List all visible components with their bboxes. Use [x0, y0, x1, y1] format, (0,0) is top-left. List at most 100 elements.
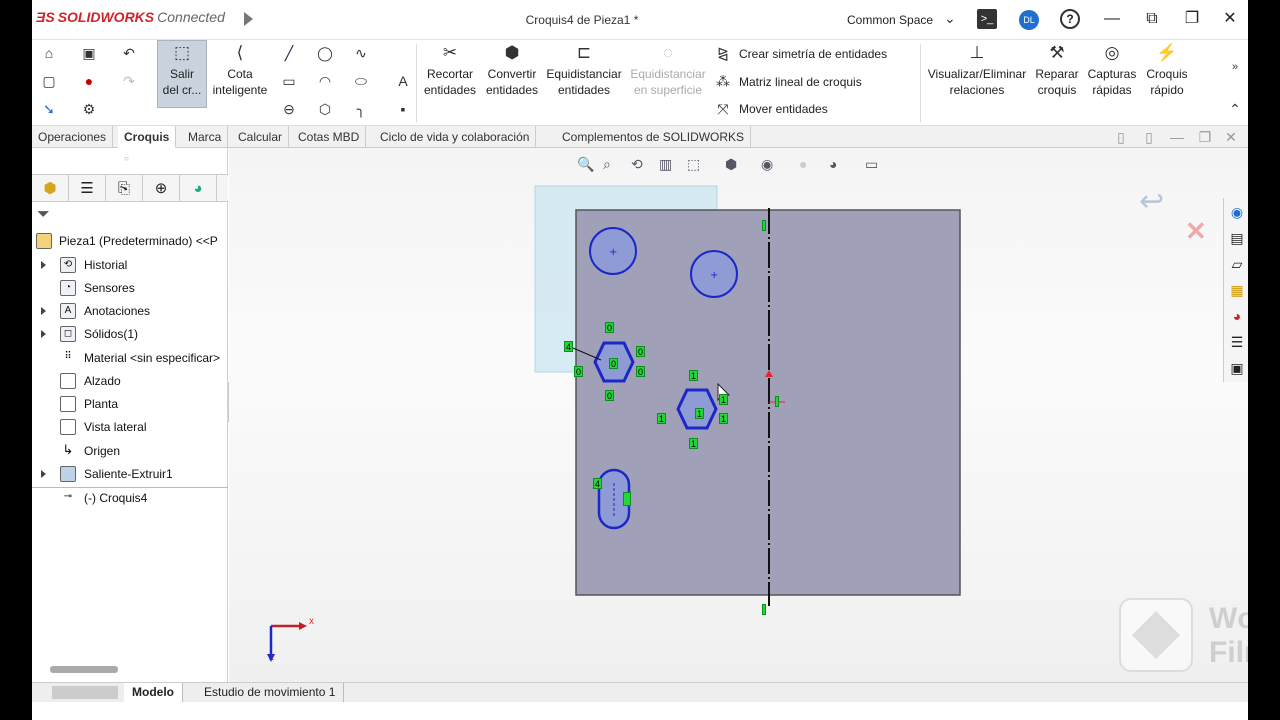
- mirror-icon[interactable]: ⧎: [714, 44, 732, 62]
- exit-sketch-label[interactable]: ⬚ Salir del cr...: [158, 42, 206, 98]
- tab-ciclo-de-vida[interactable]: Ciclo de vida y colaboración: [374, 126, 537, 148]
- relation-tag[interactable]: [762, 604, 766, 615]
- forum-icon[interactable]: ▣: [1227, 358, 1247, 378]
- spline-tool-icon[interactable]: ∿: [352, 44, 370, 62]
- tab-scroll-arrows[interactable]: [52, 686, 118, 699]
- appearances-icon[interactable]: ◕: [1227, 306, 1247, 326]
- point-tool-icon[interactable]: ▪: [394, 100, 412, 118]
- repair-sketch-button[interactable]: ⚒ Reparar croquis: [1030, 42, 1084, 98]
- tab-estudio-movimiento[interactable]: Estudio de movimiento 1: [196, 683, 345, 702]
- smart-dimension-button[interactable]: ⟨ Cota inteligente: [210, 42, 270, 98]
- solidworks-resources-icon[interactable]: ◉: [1227, 202, 1247, 222]
- relation-tag[interactable]: 1: [719, 413, 729, 424]
- tree-item-saliente-extruir1[interactable]: Saliente-Extruir1: [32, 463, 228, 485]
- graphics-area[interactable]: 🔍 ⌕ ⟲ ▥ ⬚ ⬢ ◉ ● ◕ ▭ ↩ ✕ + + 0 0 0 0 0 0 …: [229, 148, 1248, 682]
- configurationmanager-tab-icon[interactable]: ⎘: [106, 175, 143, 202]
- help-icon[interactable]: ?: [1060, 9, 1080, 29]
- relation-tag[interactable]: 0: [609, 358, 619, 369]
- filter-icon[interactable]: ⏷: [37, 206, 50, 224]
- rapid-sketch-button[interactable]: ⚡ Croquis rápido: [1140, 42, 1194, 98]
- offset-entities-button[interactable]: ⊏ Equidistanciar entidades: [544, 42, 624, 98]
- rebuild-icon[interactable]: ●: [80, 72, 98, 90]
- view-palette-icon[interactable]: ▦: [1227, 280, 1247, 300]
- relation-tag[interactable]: [623, 492, 631, 506]
- ellipse-tool-icon[interactable]: ⬭: [352, 72, 370, 90]
- sketch-canvas[interactable]: + +: [229, 148, 1248, 682]
- relation-tag[interactable]: 0: [636, 346, 646, 357]
- tree-item-croquis4[interactable]: ⊸ (-) Croquis4: [32, 487, 228, 509]
- relation-tag[interactable]: 1: [689, 438, 699, 449]
- doc-close-icon[interactable]: ✕: [1222, 128, 1240, 146]
- line-tool-icon[interactable]: ╱: [280, 44, 298, 62]
- minimize-button[interactable]: —: [1100, 8, 1124, 30]
- relation-tag[interactable]: [775, 396, 779, 407]
- redo-icon[interactable]: ↷: [120, 72, 138, 90]
- relation-tag[interactable]: 0: [605, 390, 615, 401]
- tree-item-origen[interactable]: ↳ Origen: [32, 440, 228, 462]
- custom-properties-icon[interactable]: ☰: [1227, 332, 1247, 352]
- panel-right-icon[interactable]: ▯: [1140, 128, 1158, 146]
- menu-expand-icon[interactable]: [244, 12, 253, 26]
- terminal-icon[interactable]: >_: [977, 9, 997, 29]
- doc-minimize-icon[interactable]: —: [1168, 128, 1186, 146]
- arc-tool-icon[interactable]: ◠: [316, 72, 334, 90]
- relation-tag[interactable]: 1: [695, 408, 705, 419]
- relation-tag[interactable]: 0: [574, 366, 584, 377]
- select-icon[interactable]: ➘: [40, 100, 58, 118]
- space-selector[interactable]: Common Space: [847, 13, 933, 27]
- display-manager-tab-icon[interactable]: ◕: [180, 175, 217, 202]
- tree-item-alzado[interactable]: Alzado: [32, 370, 228, 392]
- tab-complementos[interactable]: Complementos de SOLIDWORKS: [556, 126, 752, 148]
- rectangle-tool-icon[interactable]: ▭: [280, 72, 298, 90]
- trim-entities-button[interactable]: ✂ Recortar entidades: [420, 42, 480, 98]
- slot-tool-icon[interactable]: ⊖: [280, 100, 298, 118]
- tree-item-sensores[interactable]: ◔ Sensores: [32, 277, 228, 299]
- dimxpert-tab-icon[interactable]: ⊕: [143, 175, 180, 202]
- expand-icon[interactable]: [41, 330, 46, 338]
- undo-icon[interactable]: ↶: [120, 44, 138, 62]
- relation-tag[interactable]: 4: [564, 341, 574, 352]
- text-tool-icon[interactable]: A: [394, 72, 412, 90]
- fillet-tool-icon[interactable]: ╮: [352, 100, 370, 118]
- collapse-ribbon-icon[interactable]: ⌃: [1226, 100, 1244, 118]
- mirror-entities-button[interactable]: Crear simetría de entidades: [739, 47, 887, 61]
- move-entities-button[interactable]: Mover entidades: [739, 102, 828, 116]
- relation-tag[interactable]: [762, 220, 766, 231]
- doc-restore-icon[interactable]: ❐: [1196, 128, 1214, 146]
- avatar[interactable]: DL: [1019, 10, 1039, 30]
- design-library-icon[interactable]: ▤: [1227, 228, 1247, 248]
- expand-icon[interactable]: [41, 307, 46, 315]
- relation-tag[interactable]: 1: [719, 394, 729, 405]
- linear-pattern-button[interactable]: Matriz lineal de croquis: [739, 75, 862, 89]
- expand-icon[interactable]: [41, 261, 46, 269]
- polygon-tool-icon[interactable]: ⬡: [316, 100, 334, 118]
- tree-item-material[interactable]: ⠿ Material <sin especificar>: [32, 347, 228, 369]
- display-delete-relations-button[interactable]: ⊥ Visualizar/Eliminar relaciones: [924, 42, 1030, 98]
- close-button[interactable]: ✕: [1218, 8, 1242, 30]
- relation-tag[interactable]: 4: [593, 478, 603, 489]
- propertymanager-tab-icon[interactable]: ☰: [69, 175, 106, 202]
- relation-tag[interactable]: 0: [605, 322, 615, 333]
- move-entities-icon[interactable]: ⤧: [714, 100, 732, 118]
- horizontal-scrollbar[interactable]: [50, 666, 118, 673]
- home-icon[interactable]: ⌂: [40, 44, 58, 62]
- maximize-button[interactable]: ❐: [1180, 8, 1204, 30]
- solidworks-logo[interactable]: ƎS SOLIDWORKS Connected: [36, 9, 225, 25]
- file-explorer-icon[interactable]: ▱: [1227, 254, 1247, 274]
- save-icon[interactable]: ▣: [80, 44, 98, 62]
- tab-modelo[interactable]: Modelo: [124, 683, 183, 702]
- tab-calcular[interactable]: Calcular: [232, 126, 290, 148]
- panel-grip-icon[interactable]: ○: [124, 154, 129, 163]
- featuremanager-tab-icon[interactable]: ⬢: [32, 175, 69, 202]
- relation-tag[interactable]: 1: [657, 413, 667, 424]
- offset-surface-button[interactable]: ◌ Equidistanciar en superficie: [628, 42, 708, 98]
- chevron-down-icon[interactable]: ⌄: [944, 10, 956, 27]
- tree-item-historial[interactable]: ⟲ Historial: [32, 254, 228, 276]
- tab-operaciones[interactable]: Operaciones: [32, 126, 114, 148]
- tree-item-solidos[interactable]: ◻ Sólidos(1): [32, 323, 228, 345]
- tab-croquis[interactable]: Croquis: [118, 126, 177, 148]
- ribbon-more-icon[interactable]: »: [1226, 58, 1244, 76]
- tree-item-vista-lateral[interactable]: Vista lateral: [32, 416, 228, 438]
- circle-tool-icon[interactable]: ◯: [316, 44, 334, 62]
- tree-item-planta[interactable]: Planta: [32, 393, 228, 415]
